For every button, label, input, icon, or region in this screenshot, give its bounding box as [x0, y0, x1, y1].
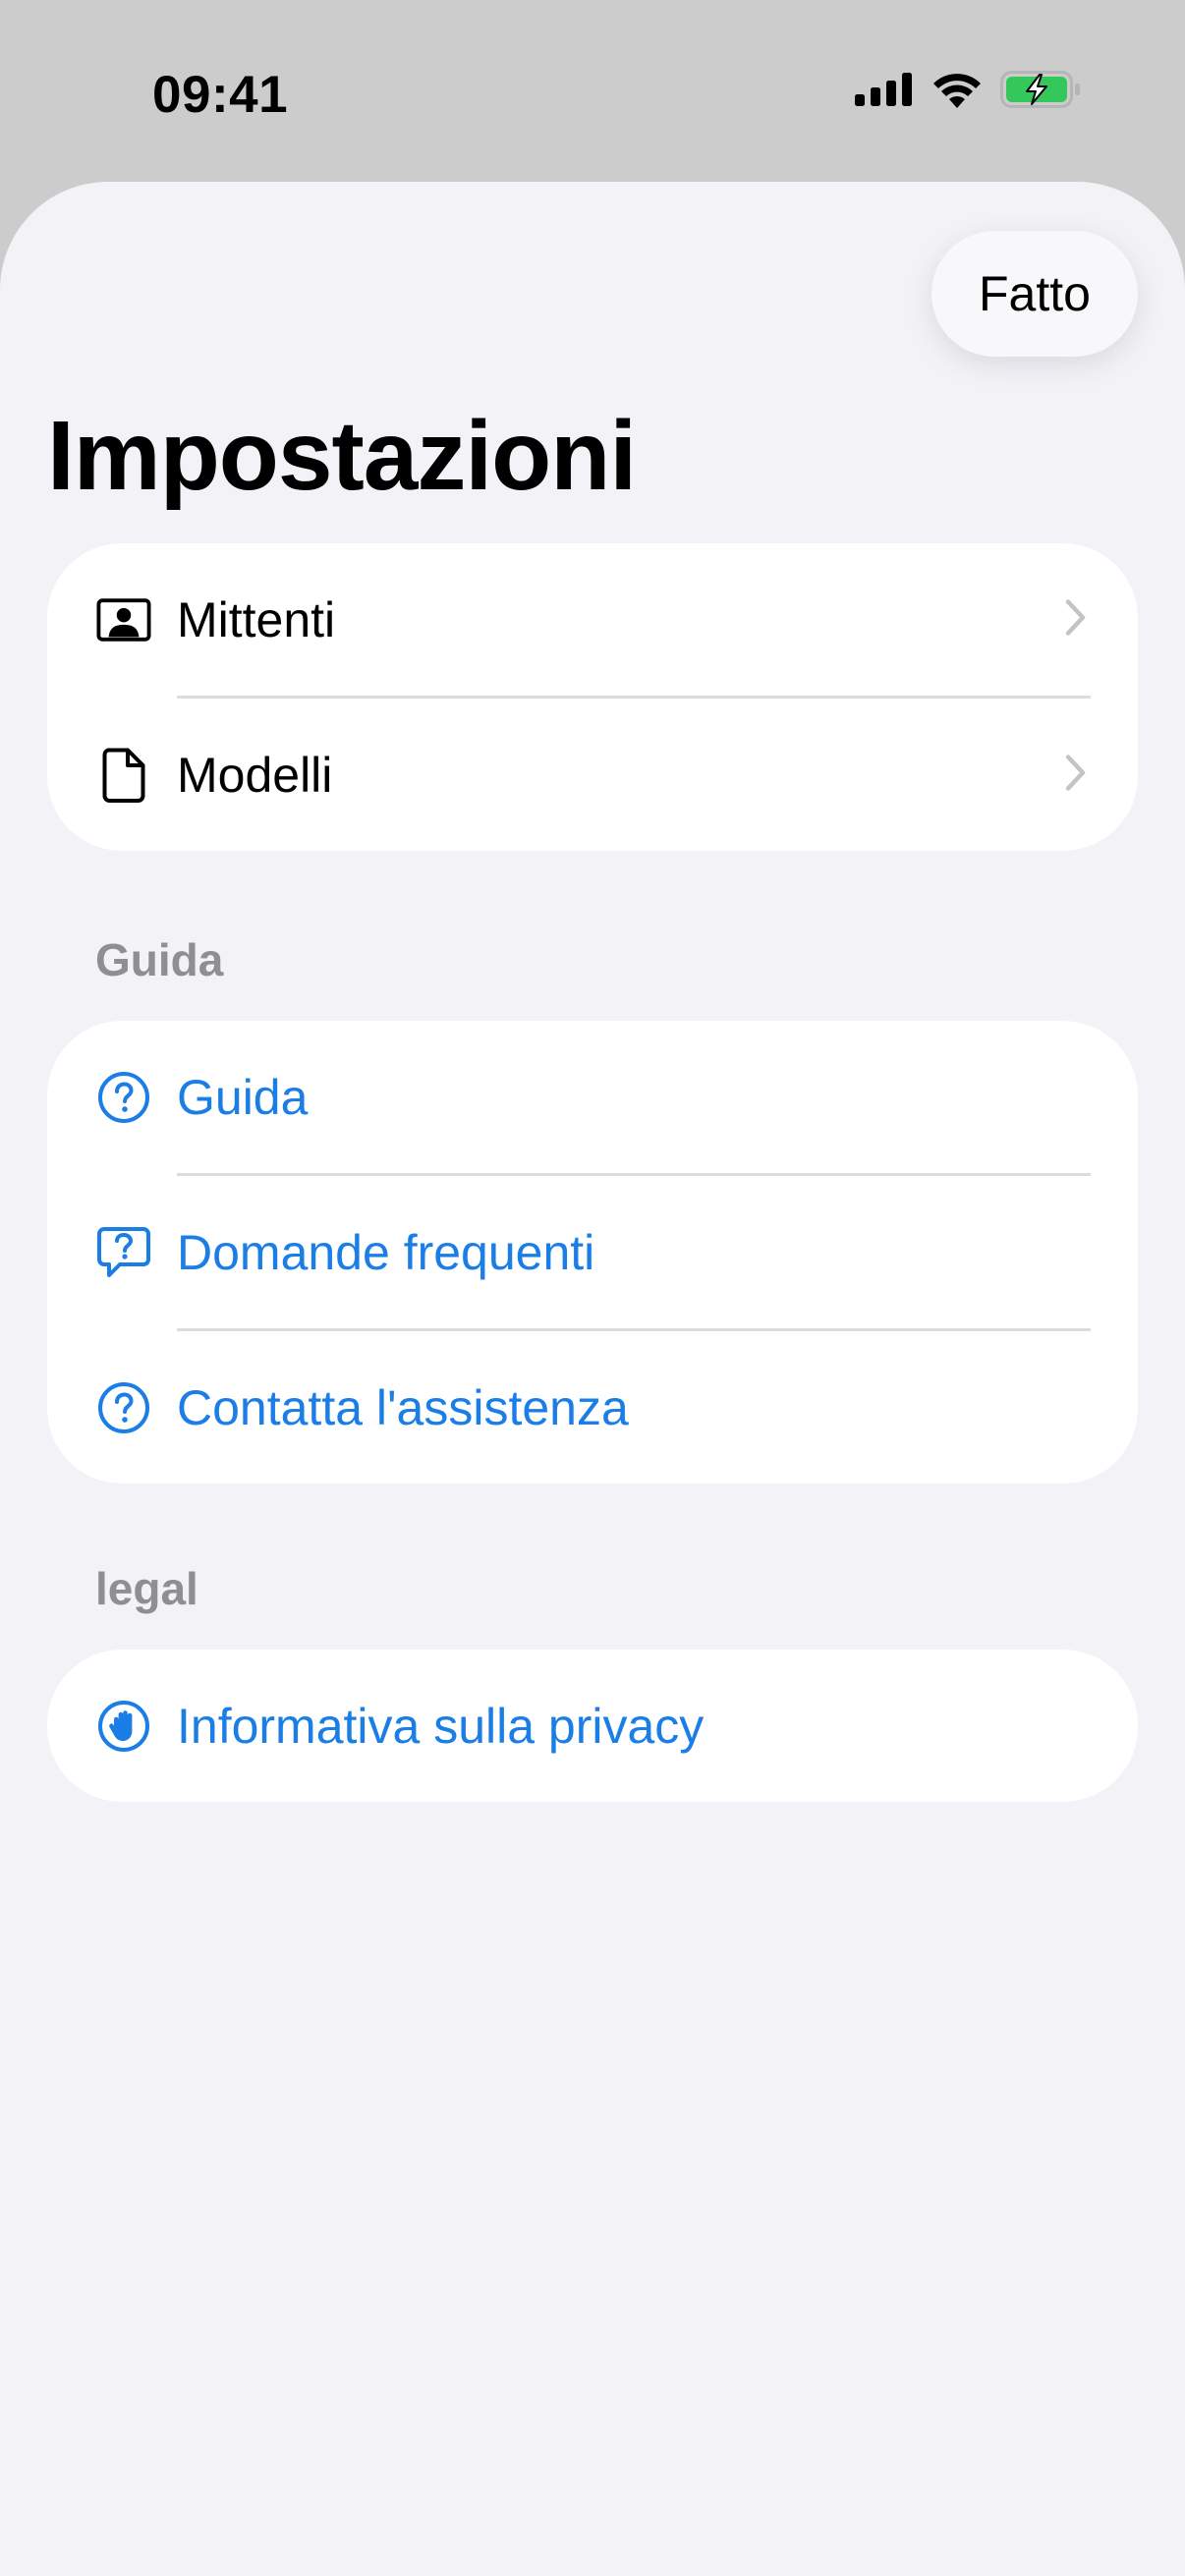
- question-bubble-icon: [96, 1225, 151, 1280]
- question-circle-icon: [96, 1380, 151, 1435]
- legal-card: Informativa sulla privacy: [47, 1650, 1138, 1802]
- settings-item-mittenti[interactable]: Mittenti: [47, 543, 1138, 696]
- section-header-legal: legal: [95, 1563, 198, 1614]
- done-button[interactable]: Fatto: [931, 231, 1138, 357]
- help-item-faq[interactable]: Domande frequenti: [47, 1176, 1138, 1328]
- main-settings-card: Mittenti Modelli: [47, 543, 1138, 851]
- question-circle-icon: [96, 1070, 151, 1125]
- chevron-right-icon: [1065, 754, 1087, 796]
- contact-card-icon: [96, 592, 151, 647]
- chevron-right-icon: [1065, 598, 1087, 641]
- status-bar: 09:41: [0, 0, 1185, 182]
- help-item-label: Domande frequenti: [177, 1224, 595, 1280]
- section-header-help: Guida: [95, 934, 224, 985]
- status-icons: [855, 71, 1081, 113]
- cellular-signal-icon: [855, 73, 914, 111]
- page-title: Impostazioni: [47, 401, 637, 511]
- help-item-label: Contatta l'assistenza: [177, 1379, 629, 1435]
- status-time: 09:41: [152, 66, 289, 124]
- legal-item-label: Informativa sulla privacy: [177, 1698, 705, 1754]
- hand-raised-icon: [96, 1699, 151, 1754]
- document-icon: [96, 748, 151, 803]
- help-card: Guida Domande frequenti Contatta l'assis…: [47, 1021, 1138, 1484]
- help-item-contact-support[interactable]: Contatta l'assistenza: [47, 1331, 1138, 1484]
- settings-item-label: Mittenti: [177, 591, 336, 647]
- legal-item-privacy-policy[interactable]: Informativa sulla privacy: [47, 1650, 1138, 1802]
- battery-charging-icon: [1000, 71, 1081, 113]
- settings-item-modelli[interactable]: Modelli: [47, 699, 1138, 851]
- help-item-guida[interactable]: Guida: [47, 1021, 1138, 1173]
- settings-item-label: Modelli: [177, 747, 333, 803]
- settings-sheet: Fatto Impostazioni Mittenti Modelli Guid…: [0, 182, 1185, 2576]
- wifi-icon: [931, 71, 983, 113]
- help-item-label: Guida: [177, 1069, 309, 1125]
